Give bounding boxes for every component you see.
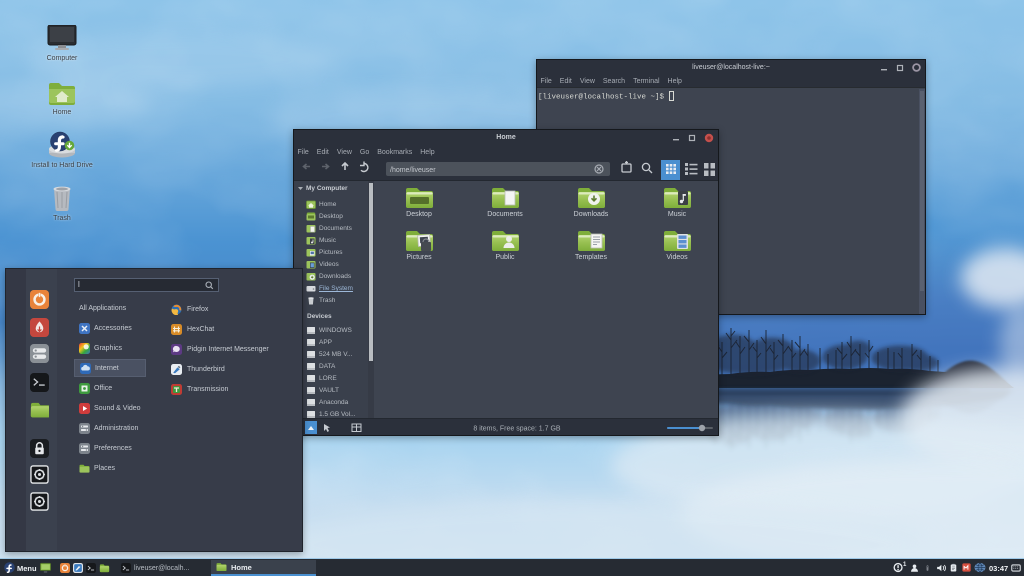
svg-text:/home/liveuser: /home/liveuser xyxy=(390,167,436,174)
svg-text:8 items, Free space: 1.7 GB: 8 items, Free space: 1.7 GB xyxy=(473,426,560,433)
